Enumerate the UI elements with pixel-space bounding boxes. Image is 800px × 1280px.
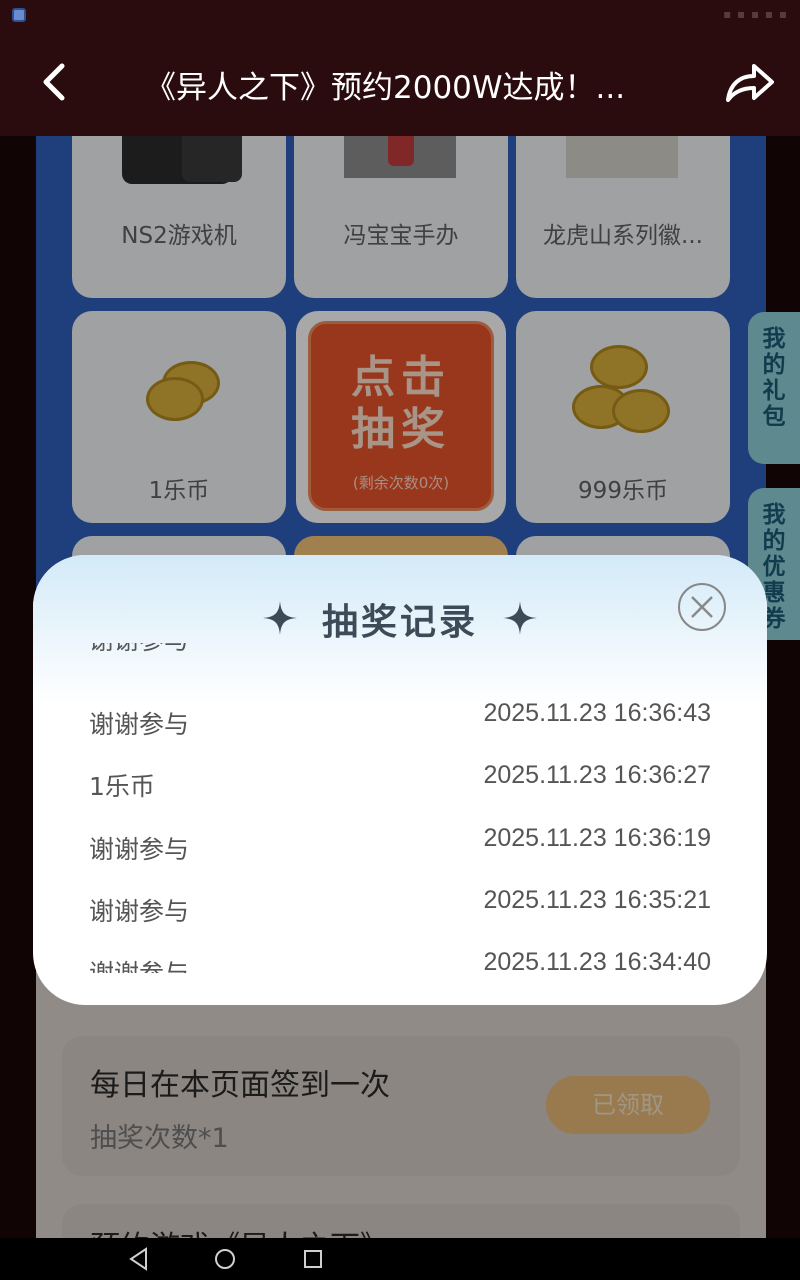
modal-title: 抽奖记录 <box>321 602 478 643</box>
share-icon <box>726 64 774 102</box>
nav-back-icon[interactable] <box>126 1246 152 1272</box>
record-row: 谢谢参与 2025.11.23 16:34:40 <box>33 948 767 973</box>
record-time: 2025.11.23 16:36:27 <box>483 761 711 789</box>
record-time: 2025.11.23 16:36:43 <box>483 699 711 727</box>
share-button[interactable] <box>718 54 778 110</box>
record-prize: 谢谢参与 <box>89 835 190 864</box>
record-row: 1乐币 2025.11.23 16:36:27 <box>33 761 767 829</box>
record-prize: 谢谢参与 <box>89 710 190 739</box>
record-time: 2025.11.23 16:34:40 <box>483 948 711 973</box>
status-bar: ▪ ▪ ▪ ▪ ▪ <box>0 0 800 32</box>
system-nav-bar <box>0 1238 800 1280</box>
record-row: 谢谢参与 2025.11.23 16:36:43 <box>33 699 767 767</box>
record-time: 2025.11.23 16:35:21 <box>483 886 711 914</box>
back-arrow-icon <box>43 63 65 101</box>
record-row: 谢谢参与 2025.11.23 16:35:21 <box>33 886 767 954</box>
app-notification-icon <box>12 8 26 22</box>
nav-home-icon[interactable] <box>212 1246 238 1272</box>
record-prize: 1乐币 <box>89 772 155 801</box>
record-row: 谢谢参与 2025.11.23 16:36:19 <box>33 824 767 892</box>
close-button[interactable] <box>678 583 726 631</box>
draw-record-modal: 抽奖记录 谢谢参与 谢谢参与 2025.11.23 16:36:43 1乐币 2… <box>33 555 767 1005</box>
close-icon <box>691 596 713 618</box>
sparkle-icon <box>503 601 537 635</box>
record-prize: 谢谢参与 <box>89 897 190 926</box>
back-button[interactable] <box>28 54 84 110</box>
record-row: 谢谢参与 <box>33 643 767 683</box>
nav-recents-icon[interactable] <box>300 1246 326 1272</box>
record-list[interactable]: 谢谢参与 谢谢参与 2025.11.23 16:36:43 1乐币 2025.1… <box>33 643 767 973</box>
record-prize: 谢谢参与 <box>89 643 189 657</box>
record-time: 2025.11.23 16:36:19 <box>483 824 711 852</box>
status-icons: ▪ ▪ ▪ ▪ ▪ <box>723 7 788 21</box>
top-nav: 《异人之下》预约2000W达成！... <box>0 32 800 136</box>
record-prize: 谢谢参与 <box>89 954 189 973</box>
page-title: 《异人之下》预约2000W达成！... <box>145 70 626 106</box>
